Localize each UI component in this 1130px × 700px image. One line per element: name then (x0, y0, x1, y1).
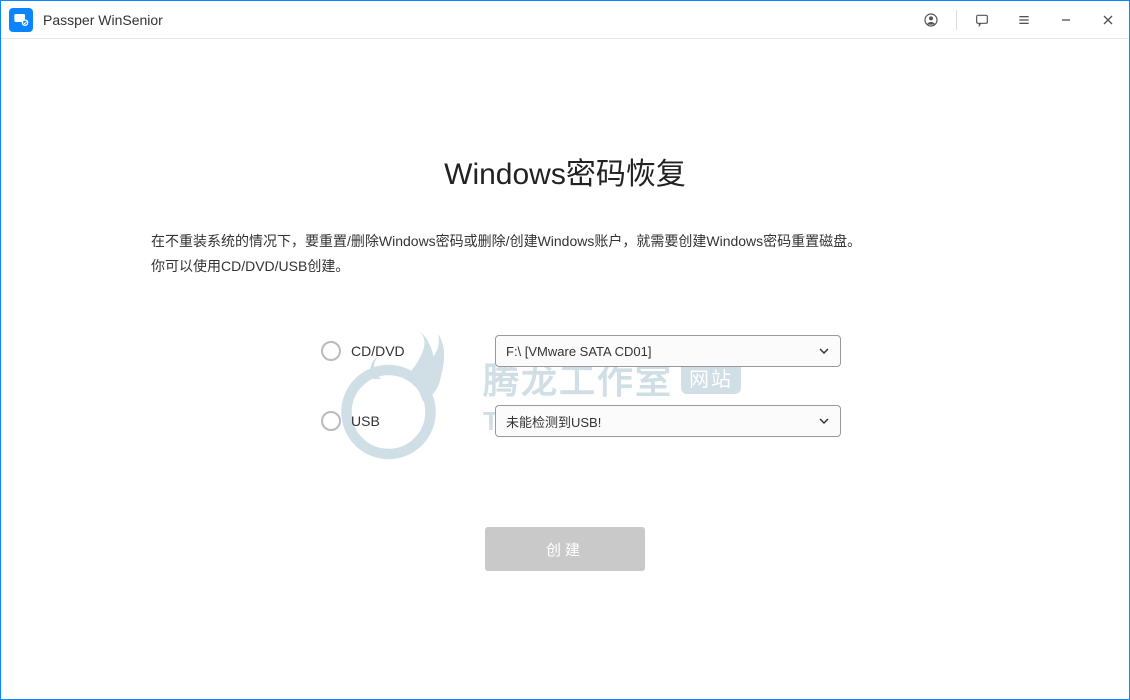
chevron-down-icon (818, 345, 830, 357)
app-logo-icon (9, 8, 33, 32)
select-cddvd-value: F:\ [VMware SATA CD01] (506, 344, 818, 359)
main-content: 腾龙工作室 网站 Tenlonstudio.com Windows密码恢复 在不… (1, 39, 1129, 699)
app-title: Passper WinSenior (43, 12, 163, 28)
radio-cddvd[interactable]: CD/DVD (321, 341, 471, 361)
description-line-2: 你可以使用CD/DVD/USB创建。 (151, 254, 979, 279)
app-window: Passper WinSenior (0, 0, 1130, 700)
media-options: CD/DVD F:\ [VMware SATA CD01] USB 未能检测到U… (321, 335, 979, 437)
titlebar: Passper WinSenior (1, 1, 1129, 39)
feedback-button[interactable] (961, 1, 1003, 39)
radio-cddvd-label: CD/DVD (351, 343, 405, 359)
radio-icon (321, 341, 341, 361)
chevron-down-icon (818, 415, 830, 427)
close-button[interactable] (1087, 1, 1129, 39)
radio-usb-label: USB (351, 413, 380, 429)
titlebar-buttons (910, 1, 1129, 38)
option-row-usb: USB 未能检测到USB! (321, 405, 979, 437)
create-button[interactable]: 创建 (485, 527, 645, 571)
radio-icon (321, 411, 341, 431)
select-cddvd-drive[interactable]: F:\ [VMware SATA CD01] (495, 335, 841, 367)
page-description: 在不重装系统的情况下，要重置/删除Windows密码或删除/创建Windows账… (151, 229, 979, 279)
select-usb-drive[interactable]: 未能检测到USB! (495, 405, 841, 437)
menu-button[interactable] (1003, 1, 1045, 39)
minimize-button[interactable] (1045, 1, 1087, 39)
option-row-cddvd: CD/DVD F:\ [VMware SATA CD01] (321, 335, 979, 367)
page-title: Windows密码恢复 (151, 149, 979, 193)
description-line-1: 在不重装系统的情况下，要重置/删除Windows密码或删除/创建Windows账… (151, 229, 979, 254)
titlebar-separator (956, 10, 957, 30)
select-usb-value: 未能检测到USB! (506, 412, 818, 431)
account-button[interactable] (910, 1, 952, 39)
create-button-label: 创建 (546, 539, 584, 560)
radio-usb[interactable]: USB (321, 411, 471, 431)
